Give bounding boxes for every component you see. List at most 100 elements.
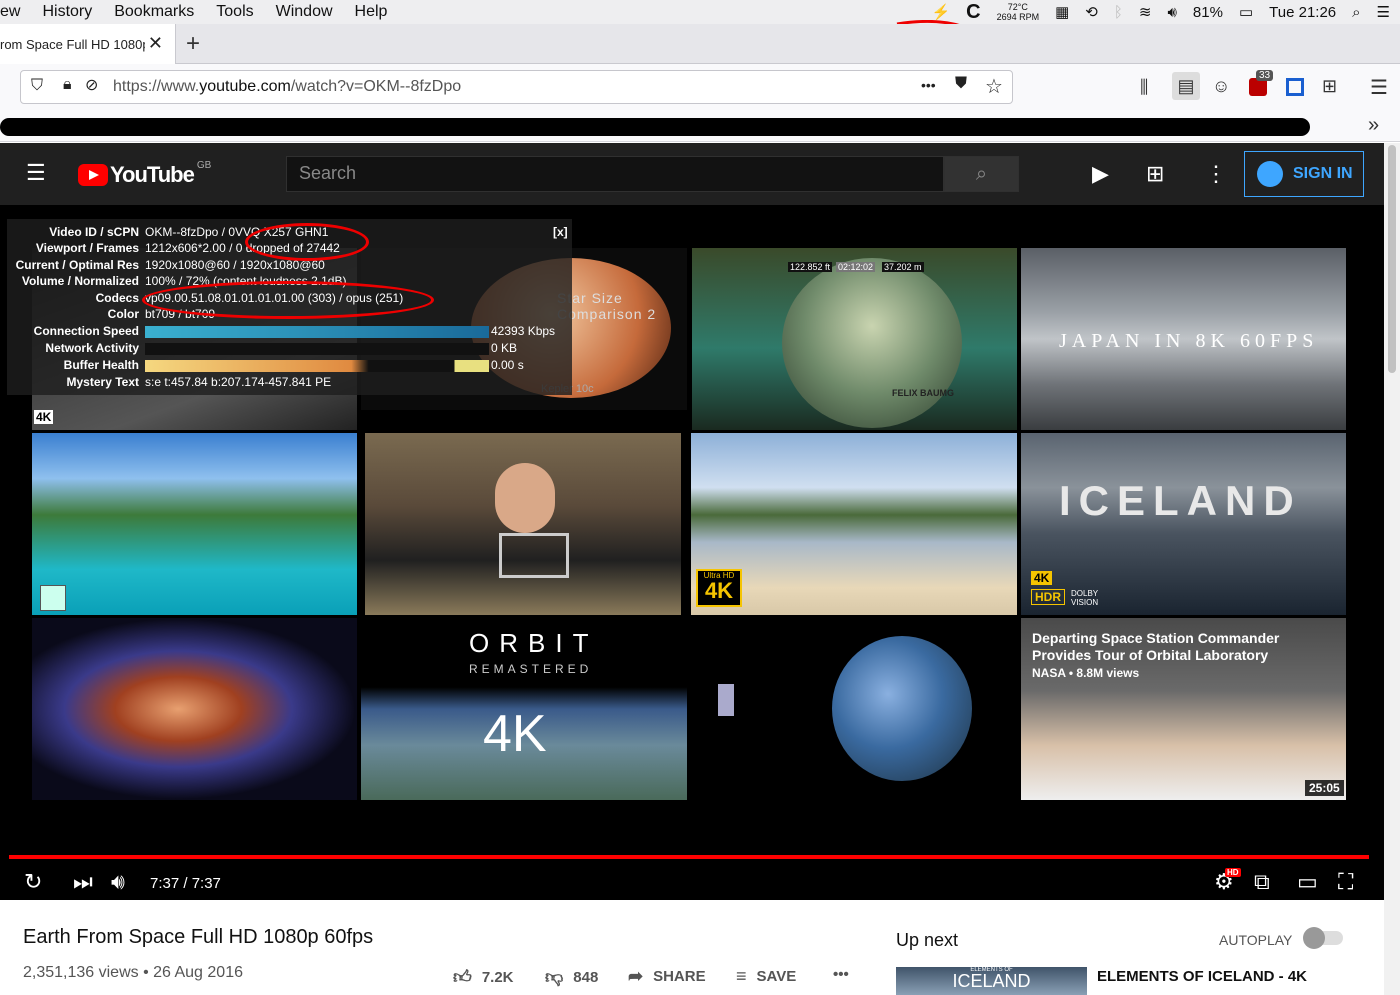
shield-icon[interactable]: ⛉ <box>31 77 43 95</box>
dolby-vision-badge: DOLBY VISION <box>1071 589 1099 607</box>
autoplay-label: AUTOPLAY <box>1219 932 1293 948</box>
battery-percent[interactable]: 81% <box>1193 4 1223 21</box>
theater-mode-icon[interactable]: ▭ <box>1297 869 1318 895</box>
bookmarks-overflow-icon[interactable]: » <box>1368 114 1379 137</box>
settings-more-icon[interactable]: ⋮ <box>1205 161 1227 187</box>
menu-bookmarks[interactable]: Bookmarks <box>114 3 194 21</box>
video-title: Earth From Space Full HD 1080p 60fps <box>23 926 374 948</box>
fullscreen-icon[interactable]: ⛶ <box>1338 869 1353 895</box>
nasa-video-title: Departing Space Station Commander Provid… <box>1032 630 1280 663</box>
earth-globe-image <box>832 636 972 781</box>
library-icon[interactable]: ⫼ <box>1140 77 1148 98</box>
end-screen-video-11[interactable] <box>692 618 1017 800</box>
temperature-monitor[interactable]: 72°C 2694 RPM <box>997 2 1040 22</box>
page-actions-more[interactable]: ••• <box>921 77 936 93</box>
video-progress-bar[interactable] <box>9 855 1369 859</box>
presenter-face <box>495 463 555 533</box>
menu-history[interactable]: History <box>42 3 92 21</box>
end-screen-video-7[interactable]: Ultra HD 4K <box>691 433 1017 615</box>
menu-view[interactable]: ew <box>0 3 20 21</box>
up-next-thumb-big-text: ICELAND <box>952 971 1031 991</box>
end-screen-video-6[interactable] <box>365 433 681 615</box>
buffer-health-bar <box>145 360 489 372</box>
spotlight-search-icon[interactable]: ⌕ <box>1352 4 1360 21</box>
hud-altitude-m: 37.202 m <box>882 262 924 272</box>
pocket-icon[interactable]: ⛊ <box>955 75 967 93</box>
stats-close-button[interactable]: [x] <box>553 225 568 239</box>
apps-grid-icon[interactable]: ⊞ <box>1146 161 1164 187</box>
stats-row: Connection Speed 42393 Kbps <box>33 324 556 338</box>
close-tab-icon[interactable]: ✕ <box>148 33 163 54</box>
fan-rpm: 2694 RPM <box>996 12 1040 22</box>
window-grid-icon[interactable]: ▦ <box>1055 3 1069 21</box>
end-screen-video-8[interactable]: ICELAND 4K HDR DOLBY VISION <box>1021 433 1346 615</box>
miniplayer-icon[interactable]: ⧉ <box>1254 869 1270 895</box>
ublock-badge: 33 <box>1256 70 1274 81</box>
stats-for-nerds-panel: [x] Video ID / sCPN OKM--8fzDpo / 0VVQ X2… <box>7 219 572 395</box>
end-screen-video-9[interactable] <box>32 618 357 800</box>
stats-row: Current / Optimal Res 1920x1080@60 / 1920… <box>15 258 325 272</box>
4k-label: 4K <box>704 578 734 603</box>
autoplay-toggle[interactable] <box>1303 927 1343 949</box>
notification-center-icon[interactable]: ☰ <box>1377 3 1390 21</box>
up-next-thumbnail[interactable]: ELEMENTS OF ICELAND <box>896 967 1087 995</box>
tab-earth-from-space[interactable]: rom Space Full HD 1080p ✕ <box>0 24 176 64</box>
star-size-title: Star Size Comparison 2 <box>557 290 657 322</box>
volume-icon[interactable]: 🔊︎ <box>1167 4 1176 21</box>
cpu-temperature: 72°C <box>1007 2 1028 12</box>
menu-tools[interactable]: Tools <box>216 3 253 21</box>
like-button[interactable]: 👍︎ 7.2K <box>453 966 514 988</box>
youtube-logo[interactable]: YouTube GB <box>78 160 211 188</box>
satellite-image <box>718 684 734 716</box>
menu-help[interactable]: Help <box>355 3 388 21</box>
save-button[interactable]: ≡ SAVE <box>736 966 796 987</box>
end-screen-video-10[interactable]: ORBIT REMASTERED 4K <box>361 618 687 800</box>
battery-icon[interactable]: ▭ <box>1239 3 1253 21</box>
end-screen-video-5[interactable] <box>32 433 357 615</box>
hamburger-menu-icon[interactable]: ☰ <box>1370 75 1388 100</box>
scrollbar-thumb[interactable] <box>1388 145 1396 373</box>
clock[interactable]: Tue 21:26 <box>1269 4 1336 21</box>
red-circle-annotation <box>142 281 434 319</box>
page-scrollbar[interactable] <box>1384 143 1400 995</box>
new-tab-button[interactable]: + <box>186 30 200 58</box>
replay-icon[interactable]: ↻ <box>24 869 42 895</box>
create-video-icon[interactable]: ▶︎ <box>1092 161 1109 187</box>
hd-badge: HD <box>1225 868 1241 877</box>
share-button[interactable]: ➦ SHARE <box>628 966 706 987</box>
autoplay-blocked-icon[interactable]: ⊘ <box>85 75 98 95</box>
tab-bar: rom Space Full HD 1080p ✕ + <box>0 24 1400 64</box>
guide-menu-icon[interactable]: ☰ <box>26 160 46 186</box>
oscilloscope-image <box>499 533 569 578</box>
hud-altitude-ft: 122.852 ft <box>788 262 833 272</box>
dislike-button[interactable]: 👎︎ 848 <box>545 966 598 988</box>
volume-icon[interactable]: 🔊︎ <box>111 869 125 895</box>
extensions-grid-icon[interactable]: ⊞ <box>1322 76 1337 97</box>
download-status-icon[interactable]: ⚡ <box>931 3 950 21</box>
app-c-icon[interactable]: C <box>966 1 980 24</box>
video-player[interactable]: 4K Star Size Comparison 2 Kepler 10c 122… <box>0 205 1384 900</box>
extension-icon[interactable] <box>1286 78 1304 96</box>
bluetooth-icon[interactable]: ᛒ <box>1114 4 1123 21</box>
lock-icon[interactable]: 🔒︎ <box>63 76 72 94</box>
bookmarks-toolbar: » <box>0 110 1400 142</box>
search-input[interactable]: Search <box>286 156 944 192</box>
next-video-icon[interactable]: ⏭︎ <box>73 869 93 895</box>
end-screen-video-4[interactable]: JAPAN IN 8K 60FPS <box>1021 248 1346 430</box>
bookmark-star-icon[interactable]: ☆ <box>985 74 1003 99</box>
end-screen-video-3[interactable]: 122.852 ft 02:12:02 37.202 m FELIX BAUMG <box>692 248 1017 430</box>
account-icon[interactable]: ☺ <box>1212 76 1230 97</box>
sign-in-label: SIGN IN <box>1293 165 1353 182</box>
end-screen-video-12[interactable]: Departing Space Station Commander Provid… <box>1021 618 1346 800</box>
wifi-icon[interactable]: ≋ <box>1139 3 1152 21</box>
sidebar-icon[interactable]: ▤ <box>1172 72 1200 100</box>
more-actions-button[interactable]: ••• <box>833 966 849 983</box>
menu-window[interactable]: Window <box>276 3 333 21</box>
search-button[interactable]: ⌕ <box>944 156 1019 192</box>
url-text[interactable]: https://www.youtube.com/watch?v=OKM--8fz… <box>113 78 461 96</box>
youtube-logo-text: YouTube <box>110 162 195 187</box>
up-next-title[interactable]: ELEMENTS OF ICELAND - 4K <box>1097 968 1307 985</box>
time-machine-icon[interactable]: ⟲ <box>1085 3 1098 21</box>
sign-in-button[interactable]: SIGN IN <box>1244 151 1364 197</box>
url-bar[interactable]: ⛉ 🔒︎ ⊘ https://www.youtube.com/watch?v=O… <box>20 70 1013 104</box>
